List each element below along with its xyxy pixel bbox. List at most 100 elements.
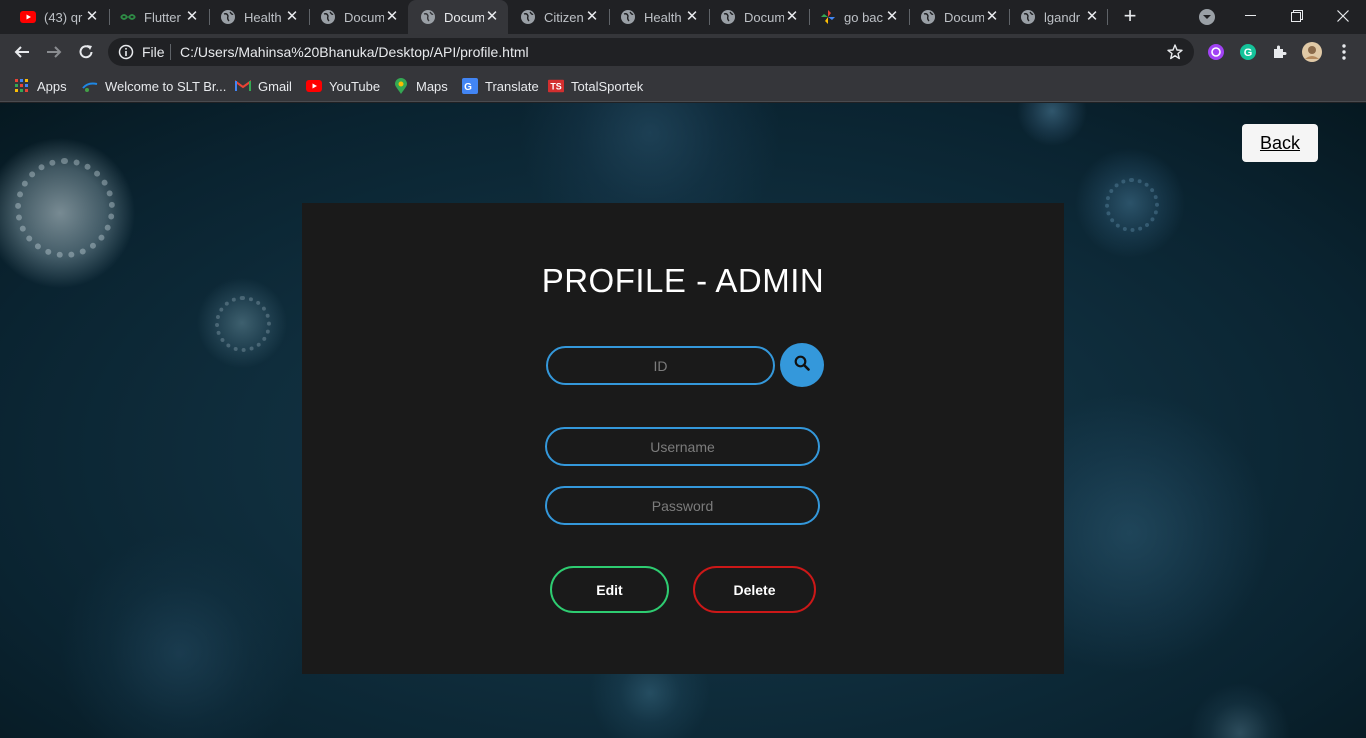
reload-icon[interactable] [72,38,100,66]
bookmark-star-icon[interactable] [1166,43,1184,61]
delete-button[interactable]: Delete [693,566,816,613]
svg-text:G: G [1244,47,1253,59]
forward-arrow-icon[interactable] [40,38,68,66]
bookmark-label: YouTube [329,78,381,94]
tab-title: Docum [444,9,484,25]
tab[interactable]: (43) qr ✕ [8,0,108,34]
bookmark-maps[interactable]: Maps [393,76,448,96]
password-input[interactable] [545,486,820,525]
close-icon[interactable]: ✕ [884,9,900,25]
globe-icon [920,9,936,25]
bookmark-totalsportek[interactable]: TS TotalSportek [548,76,643,96]
browser-toolbar: File C:/Users/Mahinsa%20Bhanuka/Desktop/… [0,34,1366,70]
minimize-icon[interactable] [1228,0,1274,32]
close-icon[interactable]: ✕ [984,9,1000,25]
background-virus-decoration [215,296,271,352]
globe-icon [320,9,336,25]
tab-title: Docum [944,9,984,25]
page-viewport: Back PROFILE - ADMIN Edit Delete [0,103,1366,738]
profile-avatar[interactable] [1302,42,1322,62]
info-icon[interactable] [118,44,134,60]
tab-search-chevron-icon[interactable] [1199,9,1215,25]
tab[interactable]: Citizen ✕ [508,0,608,34]
username-input[interactable] [545,427,820,466]
totalsportek-icon: TS [548,78,564,94]
back-arrow-icon[interactable] [8,38,36,66]
address-bar[interactable]: File C:/Users/Mahinsa%20Bhanuka/Desktop/… [108,38,1194,66]
window-close-icon[interactable] [1320,0,1366,32]
background-virus-decoration [1105,178,1159,232]
search-icon [794,355,810,376]
close-icon[interactable]: ✕ [484,9,500,25]
search-button[interactable] [780,343,824,387]
extensions-puzzle-icon[interactable] [1270,42,1290,62]
globe-icon [420,9,436,25]
close-icon[interactable]: ✕ [784,9,800,25]
back-button[interactable]: Back [1242,124,1318,162]
pinwheel-icon [820,9,836,25]
tab-title: Health [644,9,682,25]
close-icon[interactable]: ✕ [584,9,600,25]
close-icon[interactable]: ✕ [684,9,700,25]
tab[interactable]: Docum ✕ [908,0,1008,34]
tab-title: Health [244,9,282,25]
restore-icon[interactable] [1274,0,1320,32]
background-virus-decoration [15,158,115,258]
bookmark-label: TotalSportek [571,78,644,94]
close-icon[interactable]: ✕ [284,9,300,25]
globe-icon [520,9,536,25]
tab-active[interactable]: Docum ✕ [408,0,508,34]
tab-title: Docum [744,9,784,25]
tab[interactable]: go bac ✕ [808,0,908,34]
globe-icon [220,9,236,25]
globe-icon [1020,9,1036,25]
tab[interactable]: Health ✕ [208,0,308,34]
bookmark-youtube[interactable]: YouTube [306,76,380,96]
bookmark-label: Welcome to SLT Br... [105,78,227,94]
globe-icon [620,9,636,25]
translate-icon: G [462,78,478,94]
youtube-icon [306,78,322,94]
svg-text:TS: TS [550,82,561,92]
tab[interactable]: Health ✕ [608,0,708,34]
geeksforgeeks-icon [120,9,136,25]
extension-purple-icon[interactable] [1206,42,1226,62]
bookmark-label: Translate [485,78,539,94]
tab[interactable]: lgandr ✕ [1008,0,1108,34]
globe-icon [720,9,736,25]
slt-icon [82,78,98,94]
bookmark-apps[interactable]: Apps [14,76,67,96]
tab-title: Flutter [144,9,181,25]
new-tab-plus-icon[interactable]: + [1119,5,1141,27]
id-input[interactable] [546,346,775,385]
close-icon[interactable]: ✕ [184,9,200,25]
gmail-icon [235,78,251,94]
close-icon[interactable]: ✕ [84,9,100,25]
tab-title: (43) qr [44,9,83,25]
tab[interactable]: Docum ✕ [308,0,408,34]
bookmark-translate[interactable]: G Translate [462,76,539,96]
tab-title: Docum [344,9,384,25]
tab-title: go bac [844,9,884,25]
bookmark-slt[interactable]: Welcome to SLT Br... [82,76,226,96]
maps-icon [393,78,409,94]
page-title: PROFILE - ADMIN [541,262,825,299]
bookmark-gmail[interactable]: Gmail [235,76,292,96]
tab[interactable]: Flutter ✕ [108,0,208,34]
bookmark-label: Apps [37,78,67,94]
close-icon[interactable]: ✕ [384,9,400,25]
menu-kebab-icon[interactable] [1334,42,1354,62]
bookmark-label: Gmail [258,78,292,94]
bookmarks-bar: Apps Welcome to SLT Br... Gmail YouTube … [0,70,1366,102]
tab-title: Citizen [544,9,584,25]
bookmark-label: Maps [416,78,448,94]
tab-strip: (43) qr ✕ Flutter ✕ Health ✕ Docum ✕ Doc… [0,0,1366,34]
svg-text:G: G [464,82,472,93]
url-text[interactable]: C:/Users/Mahinsa%20Bhanuka/Desktop/API/p… [180,44,529,60]
tab[interactable]: Docum ✕ [708,0,808,34]
edit-button[interactable]: Edit [550,566,669,613]
url-scheme-label: File [142,44,165,60]
close-icon[interactable]: ✕ [1084,9,1100,25]
profile-card: PROFILE - ADMIN Edit Delete [302,203,1064,674]
grammarly-icon[interactable]: G [1238,42,1258,62]
